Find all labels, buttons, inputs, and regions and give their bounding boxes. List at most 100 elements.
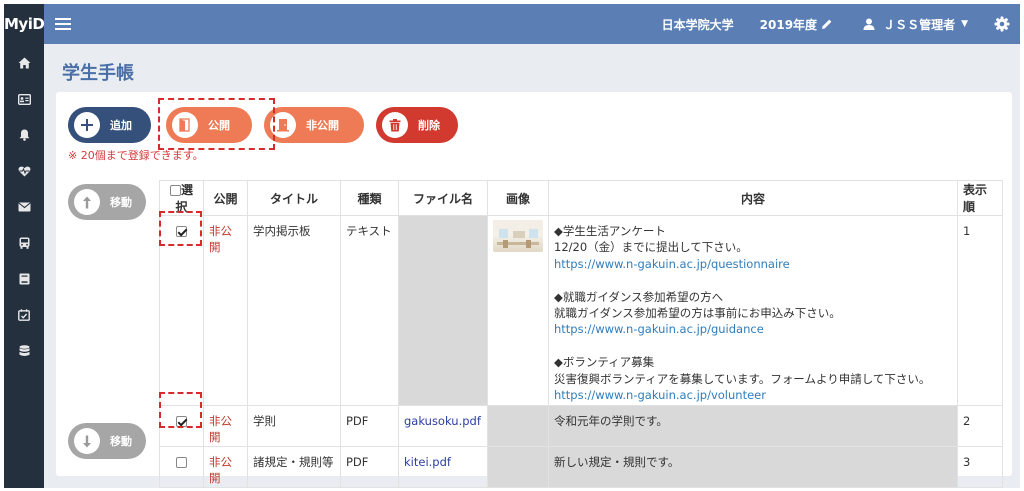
university-name: 日本学院大学 bbox=[662, 16, 734, 33]
year-label: 2019年度 bbox=[759, 17, 818, 32]
sidebar-item-notifications[interactable] bbox=[4, 120, 44, 150]
content-panel: 追加 公開 非公開 削除 ※ 20個まで登録できます。 移動 移動 選択 公開 … bbox=[56, 92, 1012, 488]
select-all-checkbox[interactable] bbox=[169, 185, 181, 196]
header-title: タイトル bbox=[247, 180, 341, 216]
gear-icon[interactable] bbox=[994, 16, 1010, 32]
row-image-cell bbox=[487, 215, 549, 406]
sidebar-item-home[interactable] bbox=[4, 48, 44, 78]
row-title: 学則 bbox=[247, 405, 341, 447]
user-icon bbox=[863, 18, 875, 30]
delete-button-label: 削除 bbox=[418, 119, 440, 132]
sidebar bbox=[4, 44, 44, 488]
questionnaire-link[interactable]: https://www.n-gakuin.ac.jp/questionnaire bbox=[554, 256, 952, 272]
row-kind: PDF bbox=[340, 405, 399, 447]
row-kind: テキスト bbox=[340, 215, 399, 406]
unpublish-button[interactable]: 非公開 bbox=[264, 107, 364, 143]
content-line: ◆ボランティア募集 bbox=[554, 355, 655, 370]
header-file: ファイル名 bbox=[398, 180, 488, 216]
header-content: 内容 bbox=[548, 180, 958, 216]
header-public: 公開 bbox=[203, 180, 248, 216]
arrow-down-icon bbox=[74, 428, 100, 454]
row-content: 新しい規定・規則です。 bbox=[548, 445, 958, 488]
calendar-check-icon bbox=[18, 309, 30, 321]
sidebar-item-health[interactable] bbox=[4, 156, 44, 186]
home-icon bbox=[18, 57, 30, 69]
row-content: ◆学生生活アンケート 12/20（金）までに提出して下さい。 https://w… bbox=[548, 215, 958, 406]
content-line: 12/20（金）までに提出して下さい。 bbox=[554, 240, 748, 255]
arrow-up-icon bbox=[74, 189, 100, 215]
sidebar-item-tasks[interactable] bbox=[4, 300, 44, 330]
row-title: 諸規定・規則等 bbox=[247, 445, 341, 488]
guidance-link[interactable]: https://www.n-gakuin.ac.jp/guidance bbox=[554, 321, 952, 337]
envelope-icon bbox=[17, 202, 31, 212]
content-line: ◆学生生活アンケート bbox=[554, 224, 666, 238]
volunteer-link[interactable]: https://www.n-gakuin.ac.jp/volunteer bbox=[554, 387, 952, 403]
move-down-button[interactable]: 移動 bbox=[68, 423, 146, 459]
unpublish-button-label: 非公開 bbox=[306, 119, 339, 132]
publish-highlight bbox=[158, 98, 275, 150]
add-button-label: 追加 bbox=[110, 119, 132, 132]
bell-icon bbox=[19, 129, 29, 141]
database-icon bbox=[19, 345, 29, 356]
content-line: 就職ガイダンス参加希望の方は事前にお申込み下さい。 bbox=[554, 306, 841, 321]
book-icon bbox=[19, 273, 29, 285]
row-public: 非公開 bbox=[203, 215, 248, 406]
sidebar-item-bus[interactable] bbox=[4, 228, 44, 258]
sidebar-item-book[interactable] bbox=[4, 264, 44, 294]
row-checkbox[interactable] bbox=[176, 456, 187, 468]
brand-logo[interactable]: MyiD bbox=[4, 4, 45, 44]
row-public: 非公開 bbox=[203, 405, 248, 447]
classroom-thumbnail[interactable] bbox=[493, 220, 543, 252]
user-label: ＪＳＳ管理者 bbox=[883, 17, 956, 32]
delete-button[interactable]: 削除 bbox=[376, 107, 458, 143]
row-content: 令和元年の学則です。 bbox=[548, 405, 958, 447]
table-row[interactable]: 非公開 学内掲示板 テキスト ◆学生生活アンケート 12/20（金）までに提出し… bbox=[159, 215, 1003, 406]
records-table: 選択 公開 タイトル 種類 ファイル名 画像 内容 表示順 非公開 学内掲示板 … bbox=[159, 180, 1003, 488]
chevron-down-icon: ▼ bbox=[961, 19, 968, 29]
header-kind: 種類 bbox=[340, 180, 399, 216]
row-file[interactable]: kitei.pdf bbox=[398, 445, 488, 488]
table-row[interactable]: 非公開 諸規定・規則等 PDF kitei.pdf 新しい規定・規則です。 3 bbox=[159, 445, 1003, 488]
row2-checkbox-highlight bbox=[159, 392, 202, 428]
app-window: MyiD 日本学院大学 2019年度 ＪＳＳ管理者 ▼ 学生手帳 追加 公開 非… bbox=[4, 4, 1020, 488]
row-title: 学内掲示板 bbox=[247, 215, 341, 406]
row-order: 3 bbox=[957, 445, 1003, 488]
sidebar-item-id-card[interactable] bbox=[4, 84, 44, 114]
bus-icon bbox=[19, 237, 29, 249]
content-line: 災害復興ボランティアを募集しています。フォームより申請して下さい。 bbox=[554, 371, 931, 386]
row-image-cell bbox=[487, 405, 549, 447]
row1-checkbox-highlight bbox=[159, 211, 202, 246]
trash-icon bbox=[382, 112, 408, 138]
move-down-label: 移動 bbox=[110, 435, 132, 448]
sidebar-item-database[interactable] bbox=[4, 336, 44, 366]
add-button[interactable]: 追加 bbox=[68, 107, 151, 143]
user-menu[interactable]: ＪＳＳ管理者 ▼ bbox=[859, 16, 968, 33]
row-image-cell bbox=[487, 445, 549, 488]
row-order: 1 bbox=[957, 215, 1003, 406]
move-up-button[interactable]: 移動 bbox=[68, 184, 146, 220]
plus-icon bbox=[74, 112, 100, 138]
sidebar-item-mail[interactable] bbox=[4, 192, 44, 222]
id-card-icon bbox=[17, 93, 31, 105]
header-order: 表示順 bbox=[957, 180, 1003, 216]
table-header-row: 選択 公開 タイトル 種類 ファイル名 画像 内容 表示順 bbox=[159, 180, 1003, 216]
move-up-label: 移動 bbox=[110, 196, 132, 209]
top-bar: MyiD 日本学院大学 2019年度 ＪＳＳ管理者 ▼ bbox=[4, 4, 1020, 44]
row-file bbox=[398, 215, 488, 406]
row-order: 2 bbox=[957, 405, 1003, 447]
page-title: 学生手帳 bbox=[62, 63, 134, 84]
row-public: 非公開 bbox=[203, 445, 248, 488]
content-line: ◆就職ガイダンス参加希望の方へ bbox=[554, 289, 724, 304]
row-select-cell bbox=[159, 445, 204, 488]
year-selector[interactable]: 2019年度 bbox=[760, 16, 833, 33]
hamburger-menu-icon[interactable] bbox=[55, 15, 71, 33]
row-kind: PDF bbox=[340, 445, 399, 488]
header-image: 画像 bbox=[487, 180, 549, 216]
university-label: 日本学院大学 bbox=[661, 17, 734, 32]
table-row[interactable]: 非公開 学則 PDF gakusoku.pdf 令和元年の学則です。 2 bbox=[159, 405, 1003, 447]
row-file[interactable]: gakusoku.pdf bbox=[398, 405, 488, 447]
heartbeat-icon bbox=[18, 166, 30, 176]
pencil-icon bbox=[822, 19, 832, 29]
